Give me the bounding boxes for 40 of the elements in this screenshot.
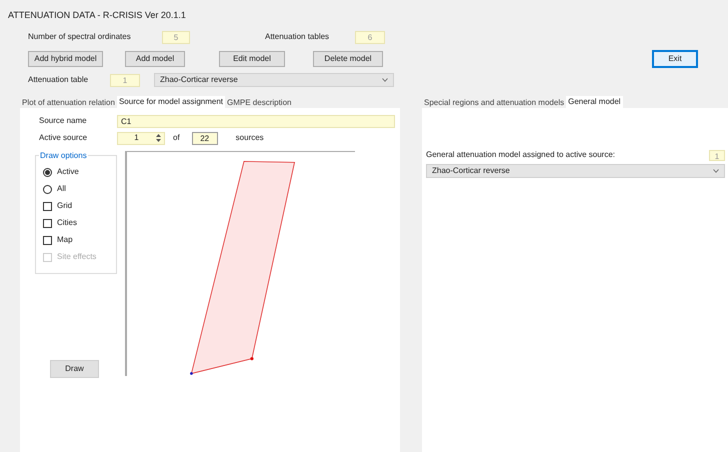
model-dropdown[interactable]: Zhao-Corticar reverse [154, 73, 394, 87]
spin-field[interactable]: 1 [117, 132, 165, 144]
radio-button[interactable] [43, 184, 52, 194]
of-label: of [173, 132, 180, 144]
option-label: Map [57, 234, 73, 246]
draw-button[interactable]: Draw [50, 360, 99, 378]
spin-arrows-icon[interactable] [155, 133, 162, 143]
chevron-down-icon [382, 78, 388, 82]
field-label: Attenuation table [28, 74, 90, 86]
field-label: General attenuation model assigned to active source: [426, 149, 616, 161]
checkbox[interactable] [43, 236, 52, 244]
option-label: Grid [57, 200, 72, 212]
field-label: Source name [38, 115, 88, 127]
tab[interactable]: Source for model assignment [116, 96, 226, 108]
tab[interactable]: General model [566, 96, 623, 108]
chevron-down-icon [713, 169, 719, 173]
radio-button[interactable] [43, 168, 52, 176]
tab[interactable]: Plot of attenuation relation [20, 97, 117, 108]
total-field: 22 [192, 132, 218, 144]
unit-label: sources [236, 132, 264, 144]
field-label: Attenuation tables [265, 31, 330, 43]
option-label: Site effects [57, 251, 96, 263]
button[interactable]: Add model [125, 50, 185, 66]
window-title: ATTENUATION DATA - R-CRISIS Ver 20.1.1 [8, 10, 186, 20]
exit-button[interactable]: Exit [652, 50, 698, 68]
button[interactable]: Delete model [313, 50, 383, 66]
tab[interactable]: GMPE description [225, 97, 294, 108]
tab[interactable]: Special regions and attenuation models [422, 97, 566, 108]
button[interactable]: Add hybrid model [28, 50, 103, 66]
option-label: Active [57, 166, 79, 178]
source-name-field[interactable]: C1 [117, 114, 395, 128]
button[interactable]: Edit model [219, 50, 285, 66]
checkbox[interactable] [43, 218, 52, 228]
model-dropdown[interactable]: Zhao-Corticar reverse [426, 164, 725, 178]
field-label: Active source [38, 132, 88, 144]
group-title: Draw options [39, 150, 88, 162]
option-label: All [57, 183, 66, 195]
field-label: Number of spectral ordinates [28, 31, 132, 43]
checkbox[interactable] [43, 202, 52, 210]
option-label: Cities [57, 217, 78, 229]
